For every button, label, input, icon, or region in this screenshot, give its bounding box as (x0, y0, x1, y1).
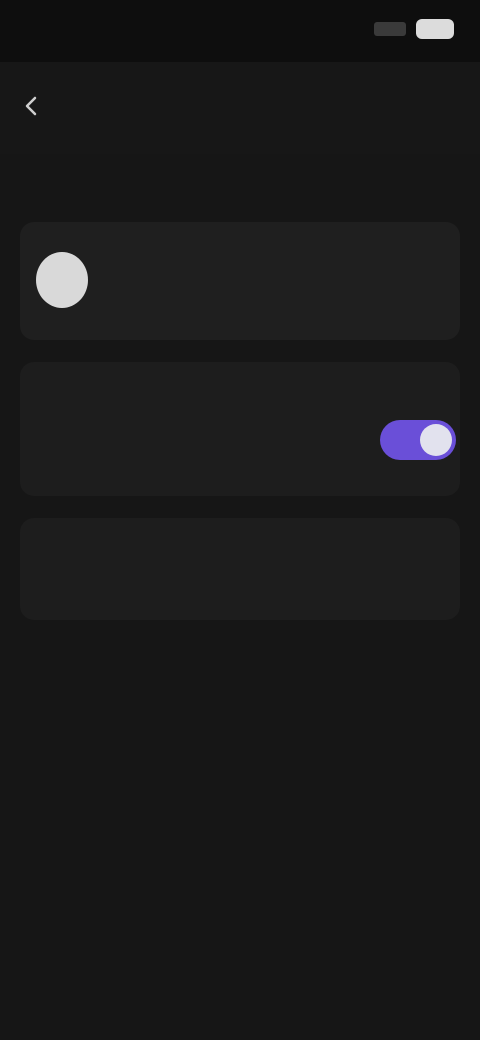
chevron-left-icon (25, 96, 37, 116)
toggle-knob (420, 424, 452, 456)
status-bar (0, 0, 480, 62)
account-subtitle (104, 284, 404, 306)
danger-description (38, 574, 408, 600)
status-time (30, 16, 120, 42)
toggle-title (38, 410, 338, 438)
section-label (30, 172, 290, 200)
top-app-bar (0, 62, 480, 154)
status-icons (334, 16, 454, 42)
avatar (36, 252, 88, 308)
toggle-overline (38, 380, 238, 404)
signal-icon (374, 22, 406, 36)
toggle-switch[interactable] (380, 420, 456, 460)
toggle-setting-card (20, 362, 460, 496)
back-button[interactable] (14, 88, 50, 124)
danger-action-button[interactable] (20, 518, 460, 620)
battery-icon (416, 19, 454, 39)
toggle-description (38, 446, 358, 468)
danger-title (38, 536, 238, 562)
page-title (140, 90, 340, 124)
account-name (104, 256, 404, 282)
account-card[interactable] (20, 222, 460, 340)
settings-screen (0, 0, 480, 1040)
